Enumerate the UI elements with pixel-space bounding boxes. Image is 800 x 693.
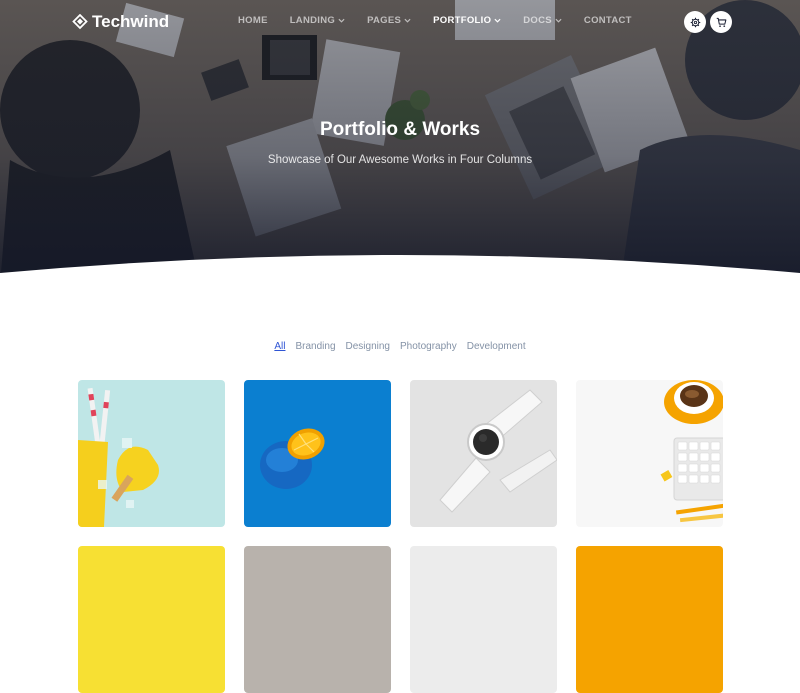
portfolio-filters: All Branding Designing Photography Devel… xyxy=(0,341,800,352)
white-smartwatch-image xyxy=(410,380,557,527)
main-nav: HOME LANDING PAGES PORTFOLIO DOCS CONTAC… xyxy=(238,15,654,26)
ice-cream-pop-image xyxy=(78,380,225,527)
nav-item-label: HOME xyxy=(238,15,268,26)
page-title: Portfolio & Works xyxy=(319,119,481,140)
portfolio-item[interactable] xyxy=(576,380,723,527)
chevron-right-icon: › xyxy=(435,258,439,268)
gear-icon xyxy=(690,17,700,27)
filter-development[interactable]: Development xyxy=(467,341,526,352)
nav-item-contact[interactable]: CONTACT xyxy=(584,15,632,26)
portfolio-item[interactable] xyxy=(78,546,225,693)
chevron-down-icon xyxy=(338,18,345,23)
portfolio-item[interactable] xyxy=(244,546,391,693)
nav-item-portfolio[interactable]: PORTFOLIO xyxy=(433,15,501,26)
nav-item-label: DOCS xyxy=(523,15,552,26)
blue-orange-image xyxy=(244,380,391,527)
breadcrumb: TECHWIND › PORTFOLIO › CREATIVE xyxy=(0,258,800,268)
breadcrumb-item-portfolio[interactable]: PORTFOLIO xyxy=(374,258,429,268)
nav-item-label: LANDING xyxy=(289,15,336,26)
chevron-down-icon xyxy=(494,18,501,23)
portfolio-item[interactable] xyxy=(78,380,225,527)
filter-designing[interactable]: Designing xyxy=(346,341,390,352)
hero-section: Techwind HOME LANDING PAGES PORTFOLIO DO… xyxy=(0,0,800,285)
orange-item-image xyxy=(576,546,723,693)
cart-button[interactable] xyxy=(710,11,732,33)
portfolio-item[interactable] xyxy=(410,546,557,693)
portfolio-item[interactable] xyxy=(244,380,391,527)
portfolio-item[interactable] xyxy=(410,380,557,527)
settings-button[interactable] xyxy=(684,11,706,33)
nav-item-home[interactable]: HOME xyxy=(238,15,268,26)
brand-name: Techwind xyxy=(92,12,170,31)
nav-item-label: CONTACT xyxy=(583,15,632,26)
nav-item-landing[interactable]: LANDING xyxy=(290,15,345,26)
nav-item-label: PAGES xyxy=(367,15,402,26)
chevron-down-icon xyxy=(555,18,562,23)
nav-item-docs[interactable]: DOCS xyxy=(523,15,562,26)
logo-icon xyxy=(72,14,88,30)
light-item-image xyxy=(410,546,557,693)
chevron-down-icon xyxy=(404,18,411,23)
brand-logo[interactable]: Techwind xyxy=(72,12,169,32)
navbar: Techwind HOME LANDING PAGES PORTFOLIO DO… xyxy=(0,0,800,42)
filter-all[interactable]: All xyxy=(274,341,285,352)
hero-overlay xyxy=(0,0,800,285)
filter-photography[interactable]: Photography xyxy=(400,341,457,352)
breadcrumb-item-techwind[interactable]: TECHWIND xyxy=(308,258,359,268)
nav-item-pages[interactable]: PAGES xyxy=(367,15,411,26)
portfolio-grid xyxy=(78,380,723,693)
nav-item-label: PORTFOLIO xyxy=(433,15,492,26)
chevron-right-icon: › xyxy=(364,258,369,268)
portfolio-item[interactable] xyxy=(576,546,723,693)
yellow-item-image xyxy=(78,546,225,693)
breadcrumb-item-creative: CREATIVE xyxy=(444,258,492,268)
filter-branding[interactable]: Branding xyxy=(295,341,335,352)
coffee-keyboard-image xyxy=(576,380,723,527)
cart-icon xyxy=(716,17,726,27)
page-subtitle: Showcase of Our Awesome Works in Four Co… xyxy=(267,154,533,166)
grey-item-image xyxy=(244,546,391,693)
